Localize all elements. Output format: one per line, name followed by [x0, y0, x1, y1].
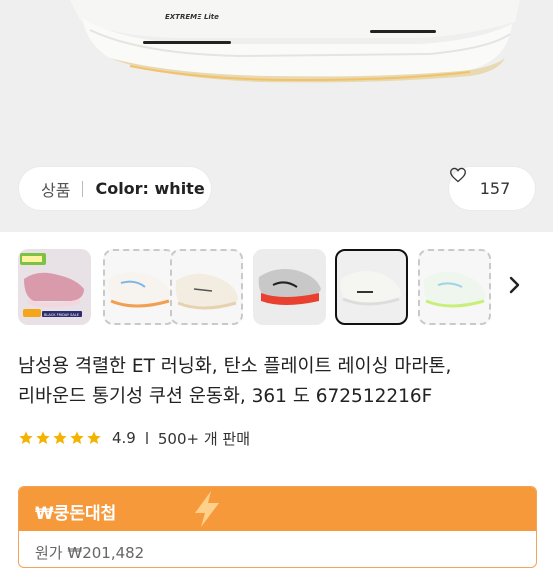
category-label: 상품	[41, 180, 71, 200]
white-orange-sneaker-image	[108, 271, 171, 308]
product-hero-image[interactable]: EXTREMΞ Lite 상품 Color: white 157	[0, 0, 553, 232]
heart-icon	[450, 167, 466, 183]
divider	[145, 432, 148, 444]
white-sneaker-image	[340, 271, 401, 306]
divider	[82, 180, 84, 197]
pink-sneaker-image: BLACK FRIDAY SALE	[20, 253, 84, 317]
star-icon	[36, 431, 50, 444]
chevron-right-icon[interactable]	[505, 272, 525, 298]
deal-header: ₩쿵돈대첩	[19, 487, 536, 531]
star-icon	[70, 431, 84, 444]
title-line-1: 남성용 격렬한 ET 러닝화, 탄소 플레이트 레이싱 마라톤,	[18, 356, 452, 377]
thumbnail-white-orange-sneaker[interactable]	[103, 249, 176, 325]
color-info-pill: 상품 Color: white	[19, 167, 211, 210]
thumbnail-pink-sneaker[interactable]: BLACK FRIDAY SALE	[18, 249, 91, 325]
thumbnail-red-silver-sneaker[interactable]	[253, 249, 326, 325]
deal-title: ₩쿵돈대첩	[35, 504, 117, 524]
like-count: 157	[479, 179, 511, 198]
title-line-2: 리바운드 통기성 쿠션 운동화, 361 도 672512216F	[18, 386, 433, 407]
star-icon	[19, 431, 33, 444]
thumbnail-mint-sneaker[interactable]	[418, 249, 491, 325]
rating-row[interactable]: 4.9 500+ 개 판매	[18, 428, 250, 448]
mint-sneaker-image	[423, 271, 486, 308]
sold-count: 500+ 개 판매	[157, 429, 250, 448]
thumbnail-cream-sneaker[interactable]	[170, 249, 243, 325]
shoe-brand-text: EXTREMΞ Lite	[165, 13, 219, 21]
deal-banner[interactable]: ₩쿵돈대첩 원가 ₩201,482	[18, 486, 537, 568]
cream-sneaker-image	[175, 273, 238, 310]
like-button[interactable]: 157	[449, 167, 535, 210]
thumbnail-white-sneaker[interactable]	[335, 249, 408, 325]
star-icon	[53, 431, 67, 444]
star-rating	[18, 430, 102, 446]
rating-score: 4.9	[112, 429, 136, 447]
star-icon	[87, 431, 101, 444]
thumbnail-strip: BLACK FRIDAY SALE	[18, 249, 553, 327]
color-label: Color: white	[95, 179, 205, 198]
lightning-icon	[195, 491, 219, 527]
badge-text: BLACK FRIDAY SALE	[44, 313, 79, 317]
red-silver-sneaker-image	[258, 269, 321, 305]
product-title: 남성용 격렬한 ET 러닝화, 탄소 플레이트 레이싱 마라톤, 리바운드 통기…	[18, 352, 538, 412]
